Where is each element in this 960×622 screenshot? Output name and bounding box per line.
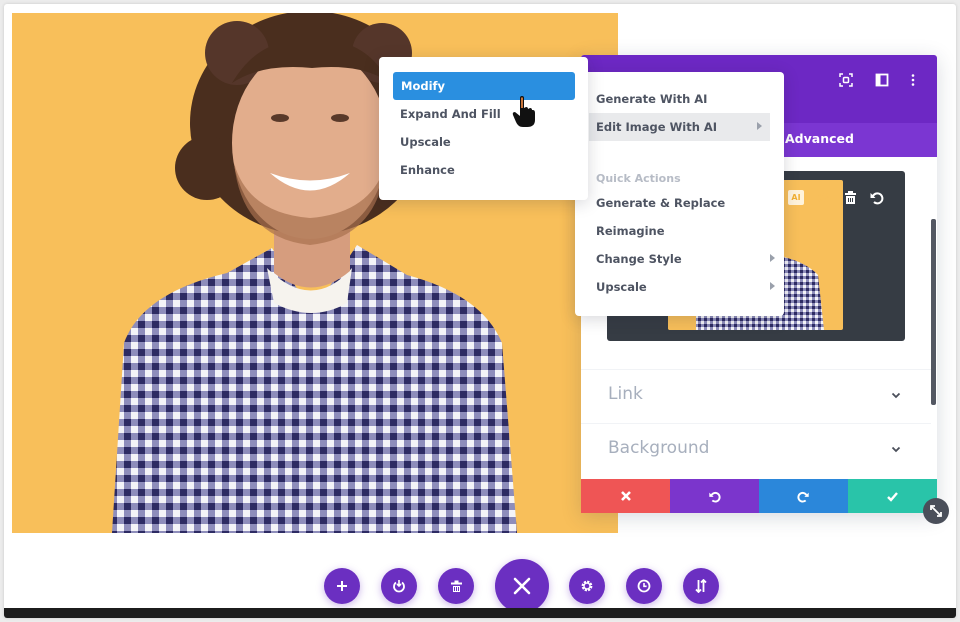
quick-actions-heading: Quick Actions: [596, 172, 681, 185]
submenu-arrow-icon: [757, 122, 762, 130]
menu-item-label: Generate & Replace: [596, 196, 726, 210]
menu-item-change-style[interactable]: Change Style: [596, 245, 775, 273]
plus-icon: [337, 581, 347, 591]
redo-button[interactable]: [759, 479, 848, 513]
add-button[interactable]: [324, 568, 360, 604]
chevron-down-icon: [891, 446, 901, 453]
trash-icon[interactable]: [843, 190, 858, 205]
gear-icon[interactable]: [816, 190, 831, 205]
menu-item-label: Expand And Fill: [400, 107, 501, 121]
menu-item-label: Edit Image With AI: [596, 120, 718, 134]
gear-icon: [581, 580, 593, 592]
check-icon: [887, 491, 898, 502]
menu-item-label: Modify: [401, 79, 446, 93]
sort-button[interactable]: [683, 568, 719, 604]
trash-icon: [450, 580, 462, 593]
chevron-down-icon: [891, 392, 901, 399]
menu-item-edit-image-with-ai[interactable]: Edit Image With AI: [589, 113, 770, 141]
undo-icon[interactable]: [869, 190, 884, 205]
menu-item-upscale[interactable]: Upscale: [400, 128, 451, 156]
section-link[interactable]: Link: [581, 369, 931, 421]
menu-item-enhance[interactable]: Enhance: [400, 156, 455, 184]
panel-action-bar: [581, 479, 937, 513]
more-vertical-icon[interactable]: [906, 73, 920, 87]
clock-icon: [637, 579, 651, 593]
edit-image-submenu: Modify Expand And Fill Upscale Enhance: [379, 57, 588, 200]
menu-item-expand-and-fill[interactable]: Expand And Fill: [400, 100, 501, 128]
section-link-label: Link: [608, 384, 643, 404]
power-download-icon: [393, 580, 405, 593]
submenu-arrow-icon: [770, 254, 775, 262]
page-settings-button[interactable]: [569, 568, 605, 604]
resize-diagonal-icon: [930, 505, 942, 517]
menu-item-label: Reimagine: [596, 224, 665, 238]
focus-icon[interactable]: [839, 73, 853, 87]
menu-item-reimagine[interactable]: Reimagine: [596, 217, 665, 245]
builder-window: Advanced AI Link Background Generate Wit…: [4, 4, 956, 618]
sidebar-layout-icon[interactable]: [875, 73, 889, 87]
undo-button[interactable]: [670, 479, 759, 513]
close-icon: [620, 491, 631, 501]
panel-scrollbar[interactable]: [931, 219, 936, 405]
history-button[interactable]: [626, 568, 662, 604]
ai-badge[interactable]: AI: [788, 190, 804, 205]
tab-advanced[interactable]: Advanced: [785, 131, 854, 146]
menu-item-generate-replace[interactable]: Generate & Replace: [596, 189, 725, 217]
ai-menu: Generate With AI Edit Image With AI Quic…: [575, 72, 784, 316]
menu-item-label: Upscale: [400, 135, 451, 149]
hand-cursor-icon: [512, 96, 535, 127]
undo-icon: [709, 491, 721, 503]
section-background[interactable]: Background: [581, 423, 931, 475]
redo-icon: [797, 491, 809, 503]
discard-button[interactable]: [581, 479, 670, 513]
clear-layout-button[interactable]: [438, 568, 474, 604]
menu-item-label: Generate With AI: [596, 92, 708, 106]
menu-item-generate-with-ai[interactable]: Generate With AI: [596, 85, 707, 113]
menu-item-upscale-quick[interactable]: Upscale: [596, 273, 775, 301]
menu-item-modify[interactable]: Modify: [393, 72, 575, 100]
section-background-label: Background: [608, 438, 710, 458]
close-builder-button[interactable]: [495, 559, 549, 613]
resize-handle[interactable]: [923, 498, 949, 524]
menu-item-label: Enhance: [400, 163, 455, 177]
sort-arrows-icon: [695, 579, 707, 593]
portability-button[interactable]: [381, 568, 417, 604]
bottom-bar: [4, 608, 956, 618]
submenu-arrow-icon: [770, 282, 775, 290]
close-icon: [513, 577, 531, 595]
menu-item-label: Upscale: [596, 280, 647, 294]
menu-item-label: Change Style: [596, 252, 682, 266]
